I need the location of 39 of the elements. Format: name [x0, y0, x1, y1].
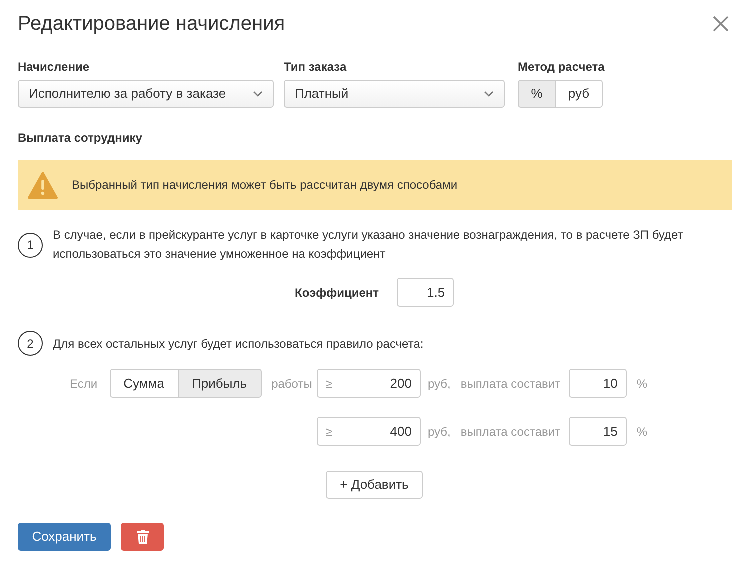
segment-option[interactable]: Прибыль: [178, 369, 262, 398]
percent-field[interactable]: 15: [568, 417, 627, 446]
percent-field[interactable]: 10: [568, 369, 627, 398]
payout-label: выплата составит: [460, 424, 562, 440]
close-icon: [712, 15, 730, 33]
field-label: Тип заказа: [284, 59, 348, 74]
close-button[interactable]: [712, 15, 730, 33]
currency-label: руб,: [428, 424, 451, 440]
step-number: 2: [18, 331, 43, 356]
currency-label: руб,: [428, 376, 451, 392]
save-button[interactable]: Сохранить: [18, 523, 111, 551]
condition-label: работы: [272, 376, 312, 392]
field-label: Начисление: [18, 59, 90, 74]
toggle-option[interactable]: руб: [555, 80, 603, 108]
step-description: В случае, если в прейскуранте услуг в карточке услуги указано значение вознаграждения, то в расчете ЗП будет использоваться это значение умноженное на коэффициент: [53, 227, 684, 263]
amount-field[interactable]: ≥ 400: [317, 417, 421, 446]
field-label: Метод расчета: [518, 59, 605, 74]
trash-icon: [136, 530, 148, 544]
toggle-option[interactable]: %: [518, 80, 556, 108]
coefficient-label: Коэффициент: [295, 284, 380, 302]
amount-field[interactable]: ≥ 200: [317, 369, 421, 398]
delete-button[interactable]: [121, 523, 164, 551]
chevron-down-icon: [253, 91, 263, 97]
step-description: Для всех остальных услуг будет использоваться правило расчета:: [53, 336, 424, 352]
section-title: Выплата сотруднику: [18, 130, 144, 147]
warning-text: Выбранный тип начисления может быть рассчитан двумя способами: [72, 177, 458, 194]
unit-label: %: [636, 376, 648, 392]
unit-label: %: [636, 424, 648, 440]
chevron-down-icon: [484, 91, 494, 97]
condition-label: Если: [70, 376, 98, 392]
coefficient-field[interactable]: 1.5: [397, 278, 454, 307]
dialog-title: Редактирование начисления: [18, 12, 286, 37]
step-number: 1: [18, 232, 43, 258]
add-button[interactable]: + Добавить: [326, 471, 423, 499]
warning-icon: [28, 172, 58, 198]
select-field[interactable]: Исполнителю за работу в заказе: [18, 80, 274, 108]
segment-option[interactable]: Сумма: [110, 369, 179, 398]
payout-label: выплата составит: [460, 376, 562, 392]
select-field[interactable]: Платный: [284, 80, 505, 108]
